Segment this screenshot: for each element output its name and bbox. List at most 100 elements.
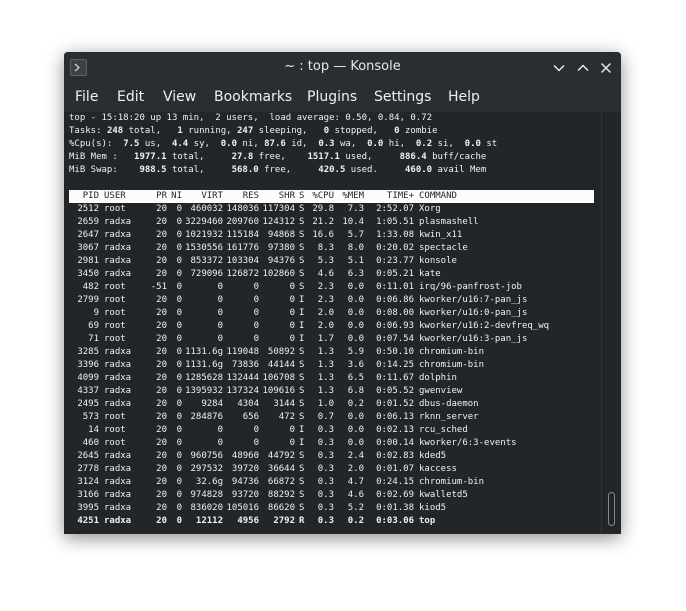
cell-s: S <box>299 347 305 357</box>
chevron-up-icon <box>577 64 589 72</box>
cell-user: radxa <box>104 373 132 383</box>
table-row: 4099 radxa 20 0 1285628 132444 106708 S 1.3 6.5 0:… <box>69 372 594 385</box>
table-row: 2799 root 20 0 0 0 0 I 2.3 0.0 0:06.86 kworker/u16:… <box>69 294 594 307</box>
cell-pid: 3450 <box>77 269 99 279</box>
cell-command: kded5 <box>419 451 447 461</box>
cell-user: root <box>104 282 126 292</box>
cell-time: 0:06.86 <box>376 295 414 305</box>
menu-help[interactable]: Help <box>448 89 480 105</box>
cell-command: kworker/u16:0-pan_js <box>419 308 528 318</box>
cell-cpu: 4.6 <box>317 269 334 279</box>
menu-settings[interactable]: Settings <box>374 89 431 105</box>
terminal-view[interactable]: top - 15:18:20 up 13 min, 2 users, load … <box>64 112 621 534</box>
cell-res: 0 <box>253 321 259 331</box>
cell-res: 94736 <box>231 477 259 487</box>
summary-segment: ni, <box>237 139 265 149</box>
cell-virt: 0 <box>217 321 223 331</box>
cell-mem: 0.0 <box>347 425 364 435</box>
minimize-button[interactable] <box>549 58 569 78</box>
cell-user: radxa <box>104 256 132 266</box>
cell-cpu: 5.3 <box>317 256 334 266</box>
cell-command: chromium-bin <box>419 477 485 487</box>
cell-ni: 0 <box>176 490 182 500</box>
title-bar[interactable]: ~ : top — Konsole <box>64 52 621 84</box>
cell-user: radxa <box>104 503 132 513</box>
cell-virt: 729096 <box>190 269 223 279</box>
maximize-button[interactable] <box>573 58 593 78</box>
summary-segment: MiB Swap: <box>69 165 140 175</box>
menu-edit[interactable]: Edit <box>117 89 144 105</box>
cell-res: 137324 <box>226 386 259 396</box>
cell-pr: 20 <box>156 438 167 448</box>
cell-user: root <box>104 412 126 422</box>
cell-pid: 4099 <box>77 373 99 383</box>
cell-s: I <box>299 438 305 448</box>
close-button[interactable] <box>596 58 616 78</box>
scrollbar[interactable] <box>601 112 621 534</box>
cell-virt: 1131.6g <box>185 347 223 357</box>
cell-ni: 0 <box>176 516 182 526</box>
chevron-down-icon <box>553 64 565 72</box>
column-header-time: TIME+ <box>386 191 414 201</box>
cell-cpu: 0.7 <box>317 412 334 422</box>
cell-mem: 10.4 <box>342 217 364 227</box>
cell-cpu: 1.3 <box>317 347 334 357</box>
menu-file[interactable]: File <box>75 89 98 105</box>
cell-s: S <box>299 230 305 240</box>
cell-virt: 1395932 <box>185 386 223 396</box>
summary-segment: si, <box>432 139 465 149</box>
cell-time: 0:02.13 <box>376 425 414 435</box>
cell-cpu: 2.0 <box>317 321 334 331</box>
cell-virt: 297532 <box>190 464 223 474</box>
menu-view[interactable]: View <box>163 89 196 105</box>
cell-res: 93720 <box>231 490 259 500</box>
cell-mem: 4.7 <box>347 477 364 487</box>
cell-time: 0:06.93 <box>376 321 414 331</box>
cell-user: radxa <box>104 464 132 474</box>
cell-user: radxa <box>104 399 132 409</box>
cell-command: dolphin <box>419 373 457 383</box>
cell-shr: 0 <box>289 321 295 331</box>
cell-cpu: 0.3 <box>317 477 334 487</box>
summary-segment: id, <box>285 139 319 149</box>
cell-cpu: 1.7 <box>317 334 334 344</box>
cell-pr: 20 <box>156 464 167 474</box>
cell-ni: 0 <box>176 334 182 344</box>
column-header-ni: NI <box>171 191 182 201</box>
cell-shr: 2792 <box>273 516 295 526</box>
cell-mem: 8.0 <box>347 243 364 253</box>
summary-segment: 247 <box>237 126 254 136</box>
cell-mem: 5.1 <box>347 256 364 266</box>
menu-bookmarks[interactable]: Bookmarks <box>214 89 292 105</box>
cell-s: S <box>299 464 305 474</box>
summary-segment: wa, <box>334 139 368 149</box>
summary-segment: running, <box>182 126 237 136</box>
cell-mem: 0.0 <box>347 282 364 292</box>
table-row: 2647 radxa 20 0 1021932 115184 94868 S 16.6 5.7 1:… <box>69 229 594 242</box>
cell-ni: 0 <box>176 425 182 435</box>
summary-segment: 0.3 <box>318 139 335 149</box>
cell-res: 656 <box>242 412 259 422</box>
cell-ni: 0 <box>176 295 182 305</box>
cell-user: root <box>104 308 126 318</box>
cell-cpu: 8.3 <box>317 243 334 253</box>
cell-command: kworker/u16:7-pan_js <box>419 295 528 305</box>
cell-ni: 0 <box>176 464 182 474</box>
cell-ni: 0 <box>176 360 182 370</box>
cell-pr: 20 <box>156 490 167 500</box>
summary-segment: total, <box>166 165 232 175</box>
cell-cpu: 0.3 <box>317 425 334 435</box>
cell-virt: 1285628 <box>185 373 223 383</box>
cell-shr: 44792 <box>267 451 295 461</box>
summary-segment: 0.0 <box>367 139 384 149</box>
cell-command: kworker/u16:2-devfreq_wq <box>419 321 550 331</box>
cell-shr: 117304 <box>262 204 295 214</box>
cell-pid: 14 <box>88 425 99 435</box>
cell-s: R <box>299 516 305 526</box>
summary-segment: 988.5 <box>139 165 167 175</box>
cell-user: radxa <box>104 490 132 500</box>
cell-pr: 20 <box>156 321 167 331</box>
scrollbar-thumb[interactable] <box>608 492 615 526</box>
cell-pr: 20 <box>156 373 167 383</box>
menu-plugins[interactable]: Plugins <box>307 89 357 105</box>
